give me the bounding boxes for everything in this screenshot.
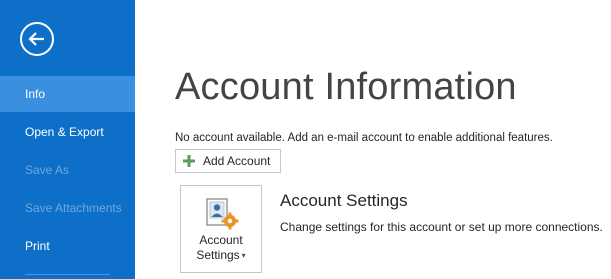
account-settings-heading: Account Settings xyxy=(280,191,408,210)
sidebar-item-save-as[interactable]: Save As xyxy=(0,152,135,188)
account-settings-tile-label: Account Settings ▾ xyxy=(181,233,261,263)
add-account-label: Add Account xyxy=(203,154,271,168)
sidebar-item-label: Print xyxy=(25,239,50,253)
sidebar: Info Open & Export Save As Save Attachme… xyxy=(0,0,135,279)
tile-label-line1: Account xyxy=(199,233,243,247)
sidebar-item-label: Save Attachments xyxy=(25,201,122,215)
account-settings-description: Change settings for this account or set … xyxy=(280,220,603,234)
plus-icon xyxy=(183,155,195,167)
back-button[interactable] xyxy=(20,22,54,56)
sidebar-item-label: Info xyxy=(25,87,46,101)
sidebar-divider xyxy=(25,274,110,275)
page-title: Account Information xyxy=(175,66,517,108)
sidebar-item-save-attachments[interactable]: Save Attachments xyxy=(0,190,135,226)
outlook-backstage: Info Open & Export Save As Save Attachme… xyxy=(0,0,611,279)
no-account-notice: No account available. Add an e-mail acco… xyxy=(175,132,553,144)
account-settings-icon xyxy=(206,198,239,230)
sidebar-item-label: Open & Export xyxy=(25,125,104,139)
sidebar-item-open-export[interactable]: Open & Export xyxy=(0,114,135,150)
back-arrow-icon xyxy=(28,32,44,46)
account-settings-button[interactable]: Account Settings ▾ xyxy=(180,185,262,273)
tile-label-line2: Settings xyxy=(196,248,240,262)
sidebar-item-info[interactable]: Info xyxy=(0,76,135,112)
add-account-button[interactable]: Add Account xyxy=(175,149,281,173)
sidebar-item-print[interactable]: Print xyxy=(0,228,135,264)
chevron-down-icon: ▾ xyxy=(241,251,246,261)
sidebar-item-label: Save As xyxy=(25,163,70,177)
